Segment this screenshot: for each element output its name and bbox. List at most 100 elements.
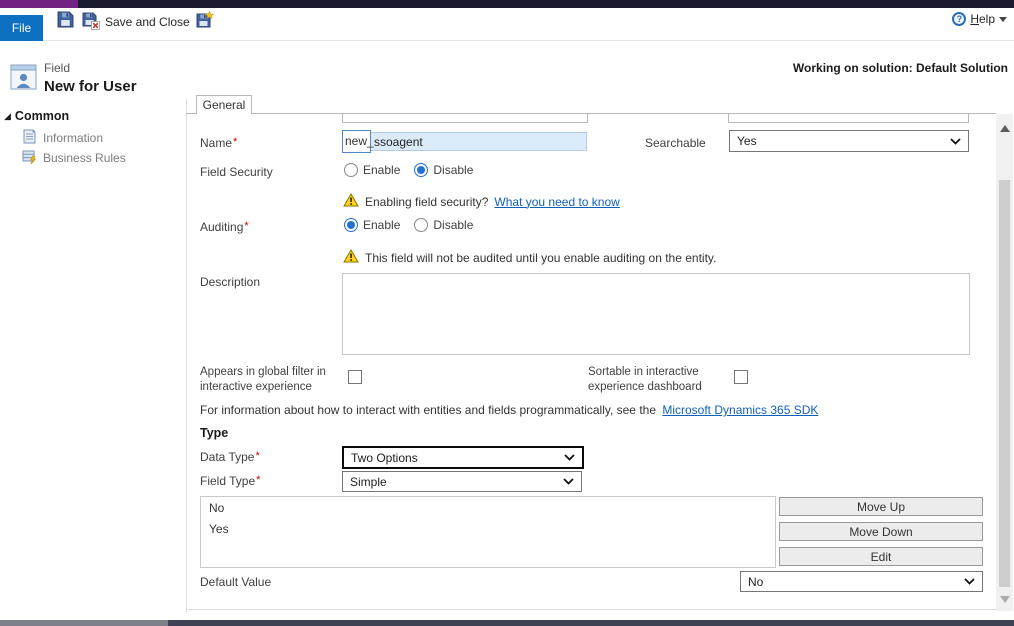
field-type-value: Simple [350, 475, 387, 489]
save-button[interactable] [55, 11, 75, 31]
data-type-label: Data Type* [200, 450, 260, 464]
content-bottom-border [186, 609, 996, 610]
help-menu[interactable]: ? Help [952, 12, 1007, 26]
sdk-note: For information about how to interact wi… [200, 403, 818, 417]
auditing-radios: Enable Disable [344, 218, 473, 232]
sidebar-divider [186, 99, 187, 612]
auditing-disable-radio[interactable]: Disable [414, 218, 473, 232]
radio-label: Enable [363, 218, 400, 232]
auditing-warning: This field will not be audited until you… [343, 249, 716, 266]
type-section-heading: Type [200, 426, 228, 440]
data-type-select[interactable]: Two Options [342, 446, 584, 469]
edit-button[interactable]: Edit [779, 547, 983, 566]
save-and-new-icon [196, 11, 214, 32]
scroll-down-arrow[interactable] [996, 591, 1013, 607]
chevron-down-icon [950, 138, 961, 145]
radio-unchecked-icon [414, 218, 428, 232]
name-input[interactable] [370, 132, 587, 151]
warning-text: This field will not be audited until you… [365, 251, 716, 265]
top-accent-purple-segment [0, 0, 78, 8]
required-marker: * [233, 136, 237, 148]
field-security-enable-radio[interactable]: Enable [344, 163, 400, 177]
radio-label: Enable [363, 163, 400, 177]
move-up-button[interactable]: Move Up [779, 497, 983, 516]
triangle-up-icon [1000, 125, 1010, 132]
field-security-radios: Enable Disable [344, 163, 473, 177]
auditing-enable-radio[interactable]: Enable [344, 218, 400, 232]
entity-type-label: Field [44, 61, 70, 75]
default-value-label: Default Value [200, 575, 271, 589]
save-and-new-button[interactable] [195, 11, 215, 31]
chevron-down-icon [563, 478, 574, 485]
save-icon [57, 11, 74, 31]
sidebar-item-business-rules[interactable]: Business Rules [22, 149, 126, 167]
global-filter-checkbox[interactable] [348, 370, 362, 384]
field-type-label: Field Type* [200, 474, 260, 488]
field-security-label: Field Security [200, 165, 273, 179]
cutoff-input-left[interactable] [342, 114, 588, 123]
description-textarea[interactable] [342, 273, 970, 355]
save-and-close-label: Save and Close [105, 15, 190, 29]
field-security-info-link[interactable]: What you need to know [494, 195, 619, 209]
sidebar-item-label: Business Rules [43, 151, 126, 165]
chevron-down-icon [964, 578, 975, 585]
warning-icon [343, 249, 359, 266]
default-value-value: No [748, 575, 763, 589]
radio-checked-icon [344, 218, 358, 232]
sidebar-item-label: Information [43, 131, 103, 145]
radio-checked-icon [414, 163, 428, 177]
data-type-value: Two Options [351, 451, 418, 465]
required-marker: * [255, 450, 259, 462]
save-and-close-button[interactable]: Save and Close [82, 11, 190, 33]
working-on-solution-label: Working on solution: Default Solution [793, 61, 1008, 75]
information-icon [22, 129, 37, 147]
name-label: Name* [200, 136, 237, 150]
cutoff-input-right[interactable] [728, 114, 969, 123]
command-bar: File Save and Close ? Help [0, 8, 1014, 41]
scrollbar-thumb[interactable] [999, 180, 1010, 587]
default-value-select[interactable]: No [740, 571, 983, 592]
required-marker: * [256, 474, 260, 486]
page-title: New for User [44, 78, 137, 95]
sortable-checkbox[interactable] [734, 370, 748, 384]
sidebar-group-common[interactable]: ◢ Common [4, 109, 69, 123]
tree-expanded-icon: ◢ [4, 112, 11, 121]
name-prefix-box: new_ [342, 130, 371, 153]
listbox-option-yes[interactable]: Yes [201, 518, 775, 539]
sidebar-item-information[interactable]: Information [22, 129, 103, 147]
field-security-warning: Enabling field security? What you need t… [343, 193, 620, 210]
auditing-label: Auditing* [200, 220, 249, 234]
searchable-value: Yes [737, 134, 757, 148]
listbox-option-no[interactable]: No [201, 497, 775, 518]
global-filter-checkbox-label: Appears in global filter in interactive … [200, 365, 340, 395]
searchable-select[interactable]: Yes [729, 130, 969, 152]
dynamics-sdk-link[interactable]: Microsoft Dynamics 365 SDK [662, 403, 818, 417]
description-label: Description [200, 275, 260, 289]
sidebar-group-label: Common [15, 109, 69, 123]
options-listbox[interactable]: No Yes [200, 496, 776, 568]
help-label: Help [970, 12, 995, 26]
business-rules-icon [22, 149, 37, 167]
field-security-disable-radio[interactable]: Disable [414, 163, 473, 177]
field-type-select[interactable]: Simple [342, 471, 582, 492]
sdk-note-text: For information about how to interact wi… [200, 403, 656, 417]
app-window: File Save and Close ? Help Field New for [0, 0, 1014, 626]
chevron-down-icon [564, 454, 575, 461]
top-accent-bar [0, 0, 1014, 8]
searchable-label: Searchable [645, 136, 706, 150]
bottom-status-bar [0, 620, 1014, 626]
radio-label: Disable [433, 163, 473, 177]
file-button[interactable]: File [0, 15, 43, 41]
required-marker: * [244, 220, 248, 232]
move-down-button[interactable]: Move Down [779, 522, 983, 541]
help-caret-icon [999, 17, 1007, 22]
tab-general[interactable]: General [196, 95, 252, 114]
radio-label: Disable [433, 218, 473, 232]
warning-text: Enabling field security? [365, 195, 488, 209]
vertical-scrollbar[interactable] [996, 114, 1013, 611]
warning-icon [343, 193, 359, 210]
triangle-down-icon [1000, 596, 1010, 603]
scroll-up-arrow[interactable] [996, 120, 1013, 136]
help-icon: ? [952, 12, 966, 26]
sortable-checkbox-label: Sortable in interactive experience dashb… [588, 365, 708, 395]
